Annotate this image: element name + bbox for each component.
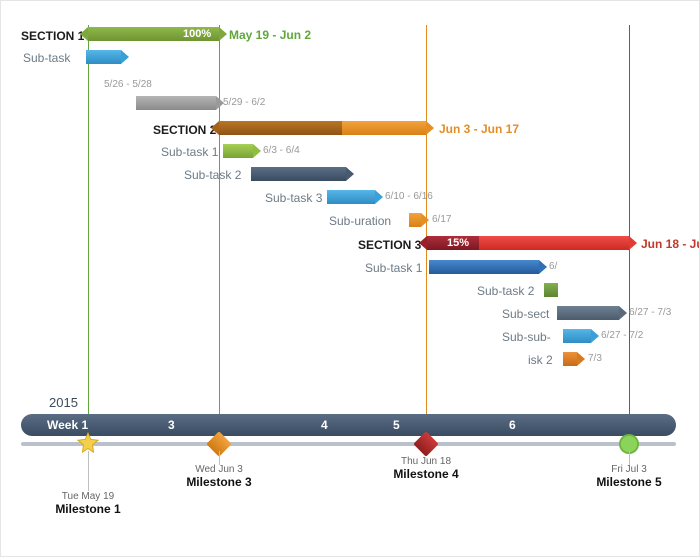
axis-bar	[21, 414, 676, 436]
s2-t4-bar-r	[421, 213, 429, 227]
s2-t2-bar-r	[346, 167, 354, 181]
s3-t3-bar[interactable]	[557, 306, 619, 320]
s2-t1-bar[interactable]	[223, 144, 253, 158]
s2-t1-l: Sub-task 1	[161, 145, 218, 159]
section3-range: Jun 18 - Jul 3	[641, 237, 700, 251]
s3-t5-l: isk 2	[528, 353, 553, 367]
s2-t3-bar[interactable]	[327, 190, 375, 204]
s2-t1-bar-r	[253, 144, 261, 158]
section2-bar-rr	[426, 121, 434, 135]
s1-r2-label: 5/26 - 5/28	[104, 79, 152, 90]
milestone4-name: Milestone 4	[386, 467, 466, 481]
s3-t1-dl: 6/	[549, 261, 557, 272]
s3-t1-l: Sub-task 1	[365, 261, 422, 275]
s3-t5-dl: 7/3	[588, 353, 602, 364]
vline-sec1-start	[88, 25, 89, 445]
section1-bar-l	[80, 27, 88, 41]
vline-sec3-end	[629, 25, 630, 445]
vline-sec2-end	[426, 25, 427, 445]
tick-w6: 6	[509, 414, 516, 436]
s3-t2-l: Sub-task 2	[477, 284, 534, 298]
section1-range: May 19 - Jun 2	[229, 28, 311, 42]
vline-sec1-end	[219, 25, 220, 445]
section2-range: Jun 3 - Jun 17	[439, 122, 519, 136]
s2-t2-bar[interactable]	[251, 167, 346, 181]
s1-r3-label: 5/29 - 6/2	[223, 97, 265, 108]
section3-bar-rr	[629, 236, 637, 250]
s2-t1-dl: 6/3 - 6/4	[263, 145, 300, 156]
s2-t3-l: Sub-task 3	[265, 191, 322, 205]
milestone3-label: Wed Jun 3 Milestone 3	[179, 464, 259, 489]
section3-pct: 15%	[447, 237, 469, 249]
s2-t3-dl: 6/10 - 6/16	[385, 191, 433, 202]
s3-t3-bar-r	[619, 306, 627, 320]
s3-t2-bar[interactable]	[544, 283, 558, 297]
section2-bar-d[interactable]	[219, 121, 342, 135]
milestone1-date: Tue May 19	[48, 491, 128, 502]
section2-bar-l	[211, 121, 219, 135]
tick-w4: 4	[321, 414, 328, 436]
tick-w5: 5	[393, 414, 400, 436]
s2-t4-dl: 6/17	[432, 214, 451, 225]
section2-bar-r[interactable]	[342, 121, 426, 135]
s3-t3-dl: 6/27 - 7/3	[629, 307, 671, 318]
gantt-chart: { "chart_data": { "type": "bar", "title"…	[0, 0, 700, 557]
s1-sub-label: Sub-task	[23, 51, 70, 65]
tick-w3: 3	[168, 414, 175, 436]
s3-t5-bar-r	[577, 352, 585, 366]
section3-bar-r[interactable]	[479, 236, 629, 250]
milestone3-name: Milestone 3	[179, 475, 259, 489]
milestone3-date: Wed Jun 3	[179, 464, 259, 475]
s2-t2-l: Sub-task 2	[184, 168, 241, 182]
axis-year: 2015	[49, 395, 78, 410]
s3-t1-bar-r	[539, 260, 547, 274]
s3-t4-dl: 6/27 - 7/2	[601, 330, 643, 341]
milestone4-date: Thu Jun 18	[386, 456, 466, 467]
milestone4-label: Thu Jun 18 Milestone 4	[386, 456, 466, 481]
section1-pct: 100%	[183, 28, 211, 40]
ms5-stick	[629, 451, 630, 465]
s3-t4-bar-r	[591, 329, 599, 343]
s1-r3-bar[interactable]	[136, 96, 216, 110]
ms1-stick	[88, 451, 89, 491]
milestone1-name: Milestone 1	[48, 502, 128, 516]
section2-title: SECTION 2	[153, 123, 216, 137]
s3-t4-l: Sub-sub-	[502, 330, 551, 344]
milestone1-label: Tue May 19 Milestone 1	[48, 491, 128, 516]
axis-subbar	[21, 442, 676, 446]
milestone5-label: Fri Jul 3 Milestone 5	[589, 464, 669, 489]
s2-t3-bar-r	[375, 190, 383, 204]
s2-t4-bar[interactable]	[409, 213, 421, 227]
section3-title: SECTION 3	[358, 238, 421, 252]
ms3-stick	[219, 451, 220, 465]
s3-t5-bar[interactable]	[563, 352, 577, 366]
section1-title: SECTION 1	[21, 29, 84, 43]
s3-t3-l: Sub-sect	[502, 307, 549, 321]
s1-sub-bar[interactable]	[86, 50, 121, 64]
milestone5-date: Fri Jul 3	[589, 464, 669, 475]
s3-t4-bar[interactable]	[563, 329, 591, 343]
s1-sub-bar-r	[121, 50, 129, 64]
s3-t1-bar[interactable]	[429, 260, 539, 274]
milestone5-name: Milestone 5	[589, 475, 669, 489]
section1-bar-r	[219, 27, 227, 41]
section3-bar-l	[419, 236, 427, 250]
s2-t4-l: Sub-uration	[329, 214, 391, 228]
